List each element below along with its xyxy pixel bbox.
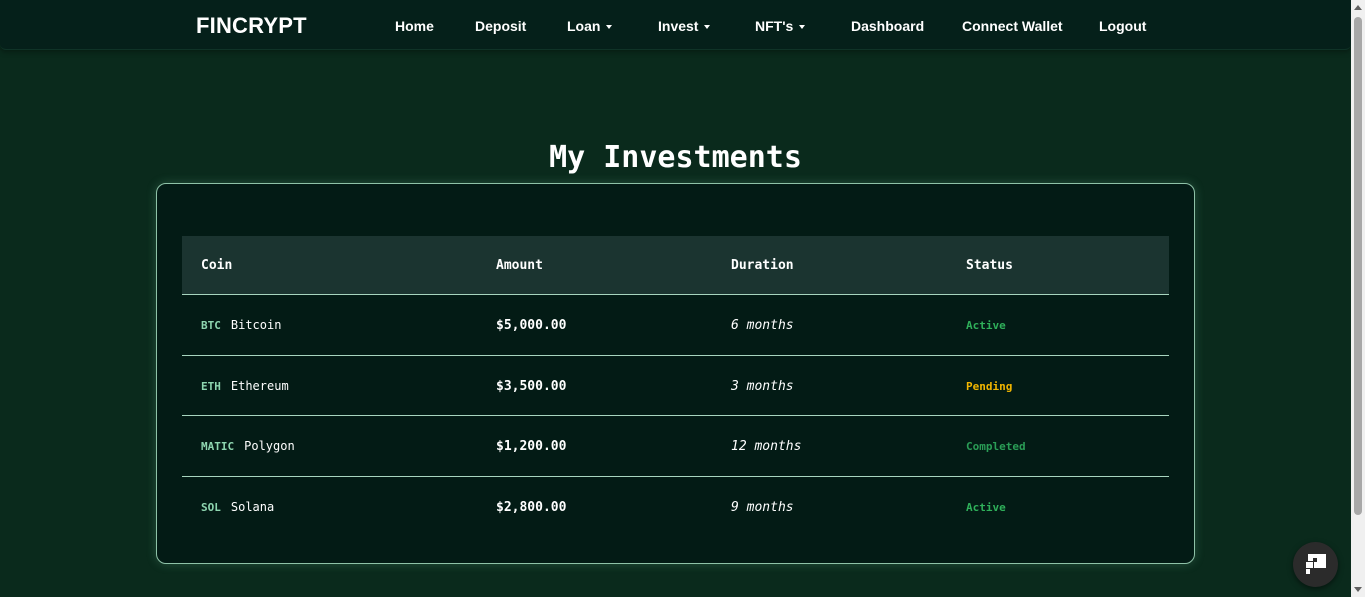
status-badge: Completed	[966, 440, 1026, 453]
coin-cell: ETH Ethereum	[201, 379, 289, 394]
investments-card: Coin Amount Duration Status BTC Bitcoin $…	[156, 183, 1195, 564]
nav-invest-label: Invest	[658, 18, 699, 34]
nav-invest-dropdown[interactable]: Invest	[658, 18, 711, 34]
nav-nfts-dropdown[interactable]: NFT's	[755, 18, 806, 34]
coin-cell: BTC Bitcoin	[201, 318, 281, 333]
nav-logout-label: Logout	[1099, 18, 1147, 34]
header-amount: Amount	[496, 258, 543, 273]
table-header-row: Coin Amount Duration Status	[182, 236, 1169, 295]
coin-symbol: MATIC	[201, 440, 235, 453]
table-row: BTC Bitcoin $5,000.00 6 months Active	[182, 295, 1169, 356]
scroll-up-icon[interactable]	[1354, 5, 1362, 10]
header-status: Status	[966, 258, 1013, 273]
scroll-down-icon[interactable]	[1354, 587, 1362, 592]
nav-connect-wallet-label: Connect Wallet	[962, 18, 1063, 34]
nav-deposit-label: Deposit	[475, 18, 527, 34]
brand-logo[interactable]: FINCRYPT	[196, 13, 307, 39]
status-badge: Active	[966, 500, 1006, 514]
scrollbar-thumb[interactable]	[1354, 17, 1362, 515]
nav-loan-label: Loan	[567, 18, 601, 34]
header-duration: Duration	[731, 258, 794, 273]
nav-dashboard-label: Dashboard	[851, 18, 925, 34]
coin-cell: SOL Solana	[201, 500, 274, 515]
table-row: ETH Ethereum $3,500.00 3 months Pending	[182, 356, 1169, 416]
amount-cell: $3,500.00	[496, 378, 567, 394]
coin-name: Bitcoin	[230, 318, 282, 332]
investments-table: Coin Amount Duration Status BTC Bitcoin $…	[182, 236, 1169, 537]
coin-name: Polygon	[244, 439, 295, 453]
coin-cell: MATIC Polygon	[201, 439, 295, 454]
duration-cell: 3 months	[731, 378, 794, 394]
amount-cell: $5,000.00	[496, 318, 567, 333]
page-title: My Investments	[549, 140, 802, 175]
amount-cell: $1,200.00	[496, 439, 567, 454]
status-badge: Pending	[966, 379, 1013, 393]
status-badge: Active	[966, 319, 1006, 332]
coin-symbol: SOL	[201, 500, 221, 514]
nav-home-label: Home	[395, 18, 434, 34]
nav-connect-wallet[interactable]: Connect Wallet	[962, 18, 1063, 34]
page-scrollbar[interactable]	[1351, 0, 1365, 597]
nav-logout[interactable]: Logout	[1099, 18, 1146, 34]
duration-cell: 6 months	[731, 318, 794, 333]
duration-cell: 9 months	[731, 499, 794, 515]
coin-symbol: BTC	[201, 319, 221, 332]
coin-symbol: ETH	[201, 379, 221, 393]
chevron-down-icon	[704, 25, 711, 30]
top-navbar: FINCRYPT Home Deposit Loan Invest NFT's …	[0, 0, 1351, 50]
nav-nfts-label: NFT's	[755, 18, 794, 34]
chevron-down-icon	[799, 25, 806, 30]
table-row: SOL Solana $2,800.00 9 months Active	[182, 477, 1169, 538]
chat-widget-icon	[1305, 554, 1326, 574]
duration-cell: 12 months	[731, 439, 802, 454]
coin-name: Ethereum	[230, 378, 289, 393]
header-coin: Coin	[201, 258, 233, 273]
coin-name: Solana	[230, 499, 275, 514]
chat-widget-button[interactable]	[1293, 542, 1338, 587]
nav-deposit[interactable]: Deposit	[475, 18, 526, 34]
nav-home[interactable]: Home	[395, 18, 434, 34]
table-row: MATIC Polygon $1,200.00 12 months Complet…	[182, 416, 1169, 477]
nav-loan-dropdown[interactable]: Loan	[567, 18, 613, 34]
nav-dashboard[interactable]: Dashboard	[851, 18, 924, 34]
chevron-down-icon	[606, 25, 613, 30]
amount-cell: $2,800.00	[496, 499, 567, 515]
